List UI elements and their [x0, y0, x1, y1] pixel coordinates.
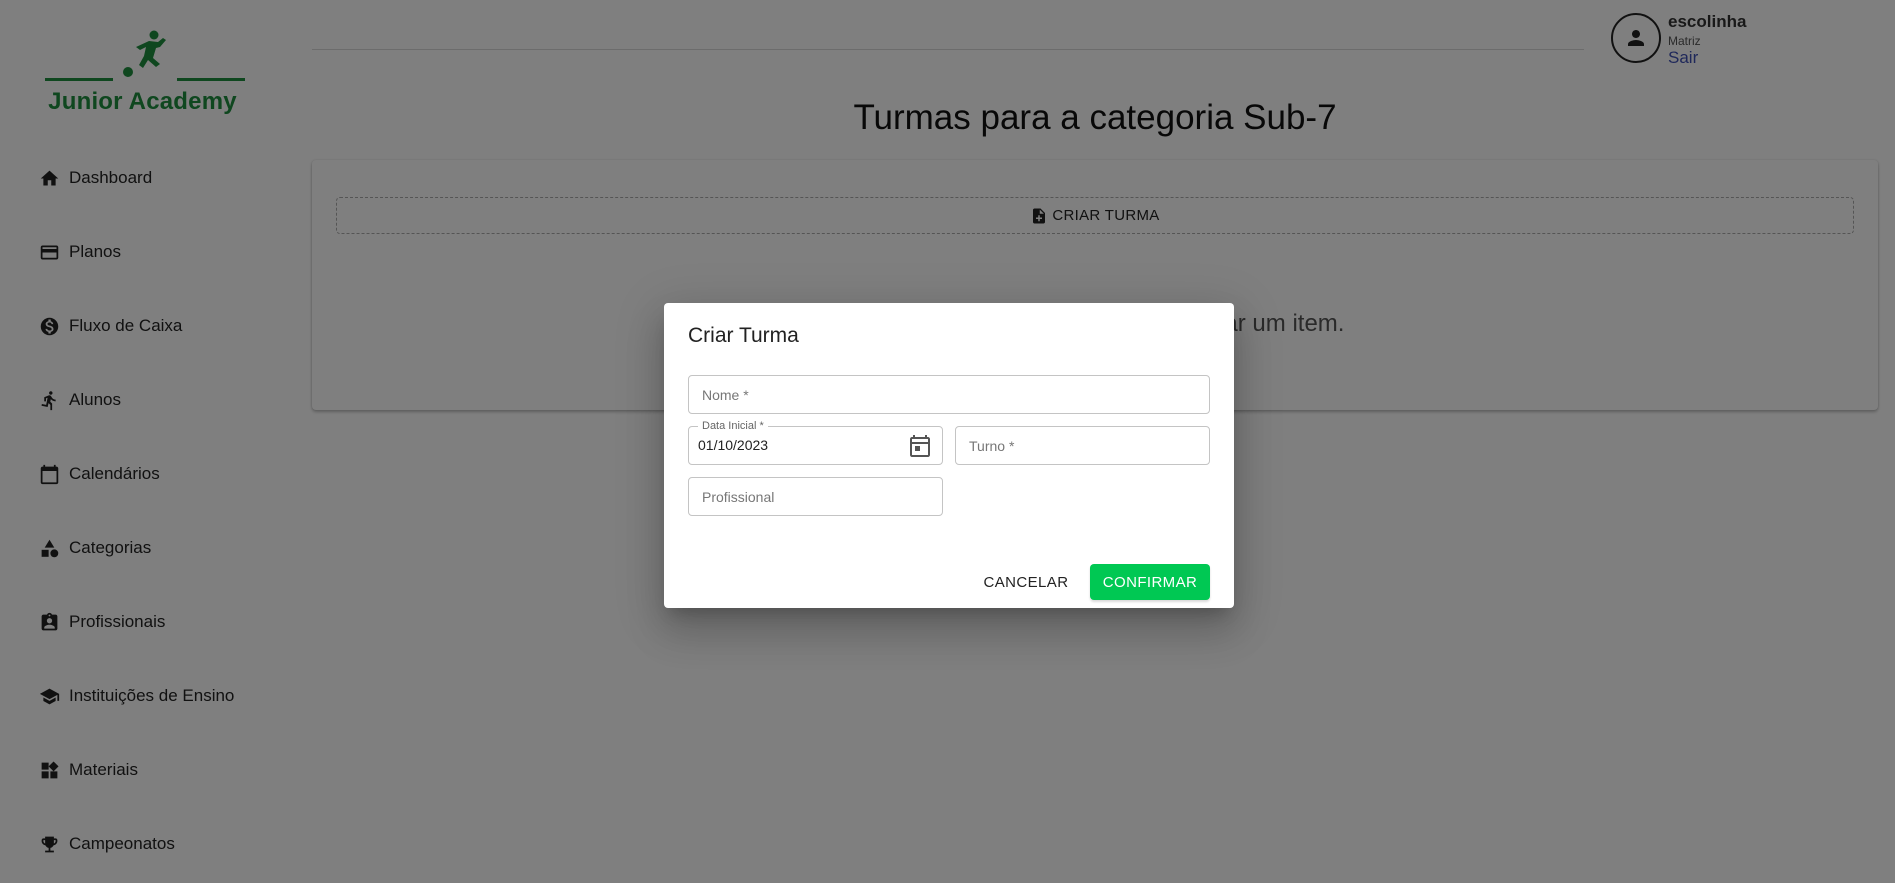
dialog-title: Criar Turma: [688, 324, 799, 347]
nome-field[interactable]: Nome *: [688, 375, 1210, 414]
data-inicial-label: Data Inicial *: [698, 419, 768, 433]
profissional-field[interactable]: Profissional: [688, 477, 943, 516]
data-inicial-field[interactable]: Data Inicial * 01/10/2023: [688, 419, 943, 465]
data-inicial-value: 01/10/2023: [698, 437, 769, 453]
profissional-placeholder: Profissional: [702, 489, 775, 505]
create-class-dialog: Criar Turma Nome * Data Inicial * 01/10/…: [664, 303, 1234, 608]
calendar-picker-icon[interactable]: [908, 434, 932, 458]
cancel-button[interactable]: CANCELAR: [974, 564, 1078, 600]
nome-placeholder: Nome *: [702, 387, 749, 403]
confirm-button[interactable]: CONFIRMAR: [1090, 564, 1210, 600]
turno-placeholder: Turno *: [969, 438, 1015, 454]
turno-field[interactable]: Turno *: [955, 426, 1210, 465]
